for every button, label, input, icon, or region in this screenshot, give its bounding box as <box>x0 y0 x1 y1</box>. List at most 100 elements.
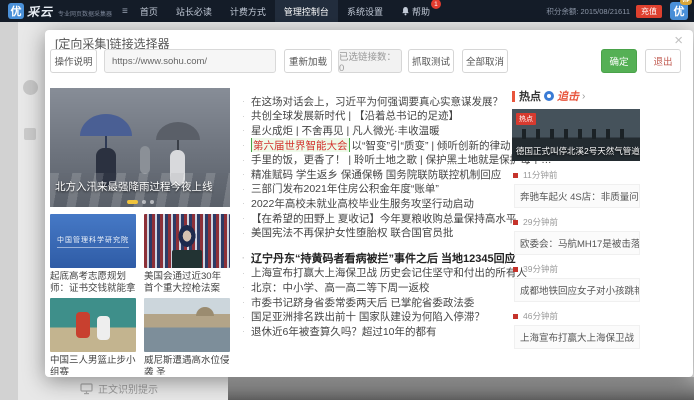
time-label: 39分钟前 <box>523 263 558 275</box>
hotspot-item: 46分钟前 上海宣布打赢大上海保卫战 <box>512 310 642 349</box>
featured-caption: 德国正式叫停北溪2号天然气管道 <box>516 145 640 157</box>
logo-text: 采云 <box>27 3 53 20</box>
red-square-bullet-icon <box>513 314 518 319</box>
background-left-rail <box>0 22 18 400</box>
card-image-venice-flood[interactable] <box>144 298 230 352</box>
headline-text: 上海宣布打赢大上海保卫战 历史会记住坚守和付出的所有人 <box>251 266 527 281</box>
time-label: 29分钟前 <box>523 216 558 228</box>
red-square-bullet-icon <box>513 173 518 178</box>
hot-badge: 热点 <box>516 113 536 125</box>
nav-item-webmaster[interactable]: 站长必读 <box>167 0 221 22</box>
card-caption[interactable]: 美国会通过近30年首个重大控枪法案 <box>144 271 230 295</box>
bullet-icon: · <box>242 213 245 223</box>
featured-image-nord-stream[interactable]: 热点 德国正式叫停北溪2号天然气管道 <box>512 109 640 161</box>
headline-text: 2022年高校未就业高校毕业生服务攻坚行动启动 <box>251 196 474 211</box>
recharge-button[interactable]: 充值 <box>636 5 662 18</box>
headline-text: 辽宁丹东“持黄码者看病被拦”事件之后 当地12345回应 <box>251 251 516 266</box>
vip-ribbon: VIP <box>680 0 692 5</box>
carousel-caption[interactable]: 北方入汛来最强降雨过程今夜上线 <box>55 179 213 194</box>
close-icon[interactable]: × <box>674 32 683 49</box>
hotspot-item: 39分钟前 成都地铁回应女子对小孩跳艳舞 <box>512 263 642 302</box>
hotspot-item-title[interactable]: 欧委会：马航MH17是被击落 <box>514 231 640 255</box>
monitor-icon <box>80 383 93 395</box>
headline-text: 在这场对话会上，习近平为何强调要真心实意谋发展？ <box>251 94 503 109</box>
red-square-bullet-icon <box>513 220 518 225</box>
notification-badge: 1 <box>431 0 441 9</box>
background-sidebar-icon <box>24 128 36 140</box>
vip-logo-glyph: 优 <box>674 3 685 19</box>
nav-item-pricing[interactable]: 计费方式 <box>221 0 275 22</box>
card-image-biden-flags[interactable] <box>144 214 230 268</box>
confirm-button[interactable]: 确定 <box>601 49 637 73</box>
headline-text: 北京：中小学、高一高二等下周一返校 <box>251 280 430 295</box>
instructions-button[interactable]: 操作说明 <box>50 49 97 73</box>
bullet-icon: · <box>242 125 245 135</box>
industrial-silhouette <box>522 129 630 139</box>
hotspot-item-title[interactable]: 奔驰车起火 4S店：非质量问题 <box>514 184 640 208</box>
bullet-icon: · <box>242 184 245 194</box>
red-square-bullet-icon <box>513 267 518 272</box>
carousel-dot-active[interactable] <box>127 200 138 204</box>
hotspot-item-time: 46分钟前 <box>513 310 642 322</box>
sign-plaque-text: 中国管理科学研究院 <box>57 235 129 248</box>
background-avatar-icon <box>23 80 38 95</box>
hotspot-header[interactable]: 热点 追击 › <box>512 89 642 103</box>
link-selector-modal: [定向采集]链接选择器 × 操作说明 重新加载 已选链接数：0 抓取测试 全部取… <box>45 30 693 377</box>
card-caption[interactable]: 中国三人男篮止步小组赛 <box>50 355 136 375</box>
headline-text: 国足亚洲排名跌出前十 国家队建设为何陷入停滞？ <box>251 309 485 324</box>
hotspot-item-title[interactable]: 成都地铁回应女子对小孩跳艳舞 <box>514 278 640 302</box>
card-caption[interactable]: 起底高考志愿规划师：证书交钱就能拿 <box>50 271 136 295</box>
bullet-icon: · <box>242 326 245 336</box>
app-logo[interactable]: 优 采云 专业网页数据采集器 <box>8 3 112 20</box>
time-label: 11分钟前 <box>523 169 557 181</box>
orange-bar-icon <box>512 91 515 102</box>
white-jersey-shape <box>97 316 110 340</box>
headline-text: 以“智变”引“质变” | 倾听创新的律动 <box>352 138 511 153</box>
headline-text: 市委书记跻身省委常委两天后 已掌舵省委政法委 <box>251 295 474 310</box>
bullet-icon: · <box>242 312 245 322</box>
capture-test-button[interactable]: 抓取测试 <box>408 49 454 73</box>
card-caption[interactable]: 威尼斯遭遇高水位侵袭 圣 <box>144 355 230 375</box>
account-balance: 积分余额: 2015/08/21611 <box>546 6 630 17</box>
bullet-icon: · <box>242 282 245 292</box>
nav-item-help[interactable]: 帮助 1 <box>392 0 439 22</box>
carousel-dot[interactable] <box>150 200 154 204</box>
headline-selected-highlight[interactable]: 第六届世界智能大会 <box>251 138 350 153</box>
card-image-basketball[interactable] <box>50 298 136 352</box>
nav-item-console[interactable]: 管理控制台 <box>275 0 338 22</box>
chevron-right-icon[interactable]: › <box>582 91 585 102</box>
nav-item-settings[interactable]: 系统设置 <box>338 0 392 22</box>
vip-logo[interactable]: 优 VIP <box>670 2 688 20</box>
nav-help-label: 帮助 <box>412 5 430 18</box>
bullet-icon: · <box>242 169 245 179</box>
cancel-all-button[interactable]: 全部取消 <box>462 49 508 73</box>
hotspot-sidebar: 热点 追击 › 热点 德国正式叫停北溪2号天然气管道 11分钟前 奔驰车起火 <box>512 89 642 349</box>
bullet-icon: · <box>242 297 245 307</box>
podium-shape <box>172 250 202 268</box>
hotspot-item: 29分钟前 欧委会：马航MH17是被击落 <box>512 216 642 255</box>
dome-shape <box>196 307 214 316</box>
carousel-rain-photo[interactable]: 北方入汛来最强降雨过程今夜上线 <box>50 88 230 207</box>
reload-button[interactable]: 重新加载 <box>284 49 332 73</box>
exit-button[interactable]: 退出 <box>645 49 681 73</box>
headline-text: 【在希望的田野上 夏收记】今年夏粮收购总量保持高水平 <box>251 211 516 226</box>
logo-tagline: 专业网页数据采集器 <box>58 9 112 18</box>
card-image-academy-sign[interactable]: 中国管理科学研究院 <box>50 214 136 268</box>
headline-text: 三部门发布2021年住房公积金年度“账单” <box>251 182 439 197</box>
headline-text: 手里的饭，更香了！ | 聆听土地之歌 | 保护黑土地就是保护每个… <box>251 152 552 167</box>
body-recognition-hint-label: 正文识别提示 <box>98 381 158 396</box>
bullet-icon: · <box>242 111 245 121</box>
hotspot-item-time: 29分钟前 <box>513 216 642 228</box>
hotspot-subtitle: 追击 <box>557 88 579 104</box>
logo-icon: 优 <box>8 3 24 19</box>
carousel-dot[interactable] <box>142 200 146 204</box>
hotspot-item-time: 39分钟前 <box>513 263 642 275</box>
nav-item-home[interactable]: 首页 <box>131 0 167 22</box>
url-input[interactable] <box>104 49 276 73</box>
headline-text: 共创全球发展新时代 | 【沿着总书记的足迹】 <box>251 109 459 124</box>
hotspot-item-list: 11分钟前 奔驰车起火 4S店：非质量问题 29分钟前 欧委会：马航MH17是被… <box>512 169 642 349</box>
hotspot-item-title[interactable]: 上海宣布打赢大上海保卫战 <box>514 325 640 349</box>
hotspot-item: 11分钟前 奔驰车起火 4S店：非质量问题 <box>512 169 642 208</box>
bell-icon <box>401 6 410 16</box>
bullet-icon: · <box>242 155 245 165</box>
